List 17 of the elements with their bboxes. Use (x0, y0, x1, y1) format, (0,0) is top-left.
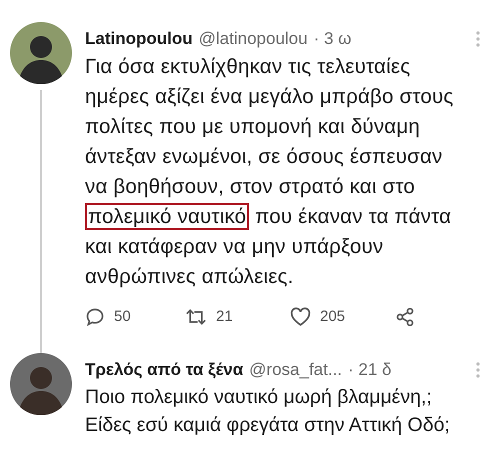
action-count: 50 (114, 307, 131, 327)
user-handle[interactable]: @latinopoulou (198, 28, 308, 50)
timestamp: · 3 ω (314, 28, 352, 50)
user-handle[interactable]: @rosa_fat... (249, 358, 342, 380)
share-icon[interactable] (395, 307, 415, 328)
avatar[interactable] (10, 352, 72, 414)
action-count: 21 (216, 307, 233, 327)
timestamp: · 21 δ (348, 358, 392, 380)
tweet-text: Για όσα εκτυλίχθηκαν τις τελευταίες ημέρες αξίζει ένα μεγάλο μπράβο στους πολίτες που με υπομονή και δύναμη άντεξαν ενωμένοι, σε όσους έσπευσαν να βοηθήσουν, στον στρατό και στο πολεμικό ναυτικό που έκαναν τα πάντα και κατάφεραν να μην υπάρξουν ανθρώπινες απώλειες. (85, 54, 454, 290)
action-count: 205 (320, 307, 346, 327)
tweet-text: Ποιο πολεμικό ναυτικό μωρή βλαμμένη,; Είδες εσύ καμιά φρεγάτα στην Αττική Οδό; (85, 384, 451, 438)
display-name[interactable]: Latinopoulou (85, 28, 193, 50)
avatar[interactable] (10, 22, 72, 84)
display-name[interactable]: Τρελός από τα ξένα (85, 358, 244, 380)
retweet-icon[interactable] (185, 307, 207, 328)
reply-icon[interactable] (85, 307, 105, 328)
heart-icon[interactable] (290, 307, 311, 328)
